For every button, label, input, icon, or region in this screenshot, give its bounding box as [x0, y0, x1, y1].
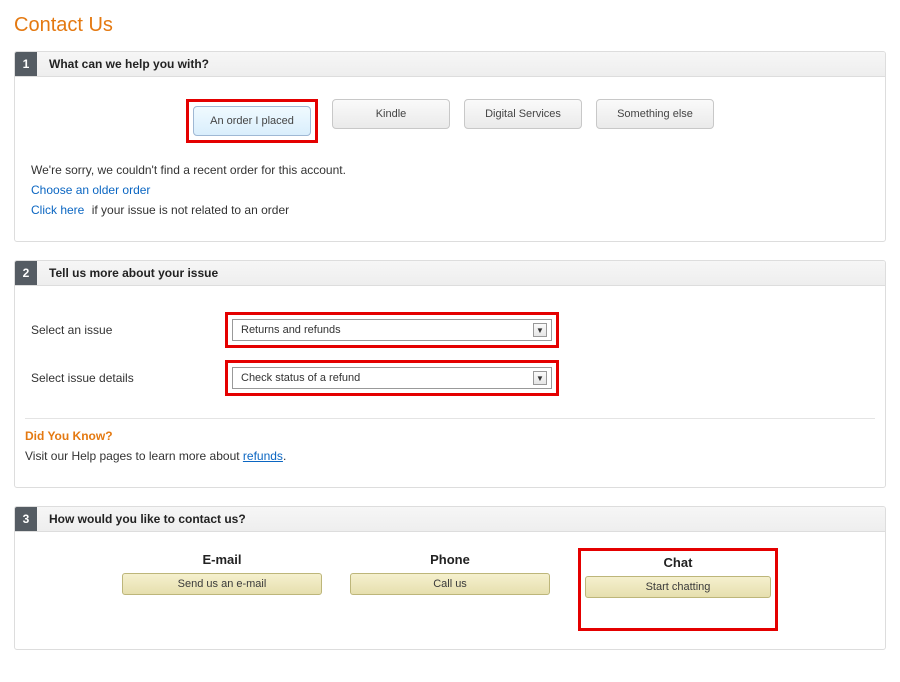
- issue-select[interactable]: Returns and refunds ▼: [232, 319, 552, 341]
- issue-details-select-value: Check status of a refund: [241, 372, 360, 384]
- step-badge-1: 1: [15, 52, 37, 76]
- did-you-know-title: Did You Know?: [25, 429, 875, 443]
- no-recent-order-msg: We're sorry, we couldn't find a recent o…: [31, 163, 875, 177]
- click-here-link[interactable]: Click here: [31, 203, 84, 217]
- refunds-link[interactable]: refunds: [243, 449, 283, 463]
- section-header-2: 2 Tell us more about your issue: [15, 261, 885, 286]
- contact-email: E-mail Send us an e-mail: [122, 552, 322, 631]
- issue-label: Select an issue: [25, 323, 225, 337]
- tab-order-i-placed[interactable]: An order I placed: [193, 106, 311, 136]
- highlight-order-tab: An order I placed: [186, 99, 318, 143]
- choose-older-order-link[interactable]: Choose an older order: [31, 183, 150, 197]
- section-help-topic: 1 What can we help you with? An order I …: [14, 51, 886, 242]
- page-title: Contact Us: [14, 14, 886, 37]
- section-title-2: Tell us more about your issue: [49, 261, 218, 285]
- did-you-know-text: Visit our Help pages to learn more about: [25, 449, 243, 463]
- call-us-button[interactable]: Call us: [350, 573, 550, 595]
- step-badge-3: 3: [15, 507, 37, 531]
- contact-chat: Chat Start chatting: [578, 548, 778, 631]
- section-title-1: What can we help you with?: [49, 52, 209, 76]
- section-header-1: 1 What can we help you with?: [15, 52, 885, 77]
- issue-details-select[interactable]: Check status of a refund ▼: [232, 367, 552, 389]
- chevron-down-icon: ▼: [533, 323, 547, 337]
- section-issue-detail: 2 Tell us more about your issue Select a…: [14, 260, 886, 488]
- section-contact-method: 3 How would you like to contact us? E-ma…: [14, 506, 886, 650]
- tab-digital-services[interactable]: Digital Services: [464, 99, 582, 129]
- highlight-details-select: Check status of a refund ▼: [225, 360, 559, 396]
- email-heading: E-mail: [122, 552, 322, 567]
- issue-details-label: Select issue details: [25, 371, 225, 385]
- contact-phone: Phone Call us: [350, 552, 550, 631]
- tab-kindle[interactable]: Kindle: [332, 99, 450, 129]
- click-here-suffix: if your issue is not related to an order: [88, 203, 289, 217]
- chat-heading: Chat: [585, 555, 771, 570]
- chevron-down-icon: ▼: [533, 371, 547, 385]
- phone-heading: Phone: [350, 552, 550, 567]
- step-badge-2: 2: [15, 261, 37, 285]
- highlight-issue-select: Returns and refunds ▼: [225, 312, 559, 348]
- divider: [25, 418, 875, 419]
- issue-select-value: Returns and refunds: [241, 324, 341, 336]
- section-title-3: How would you like to contact us?: [49, 507, 246, 531]
- start-chatting-button[interactable]: Start chatting: [585, 576, 771, 598]
- section-header-3: 3 How would you like to contact us?: [15, 507, 885, 532]
- send-email-button[interactable]: Send us an e-mail: [122, 573, 322, 595]
- tab-something-else[interactable]: Something else: [596, 99, 714, 129]
